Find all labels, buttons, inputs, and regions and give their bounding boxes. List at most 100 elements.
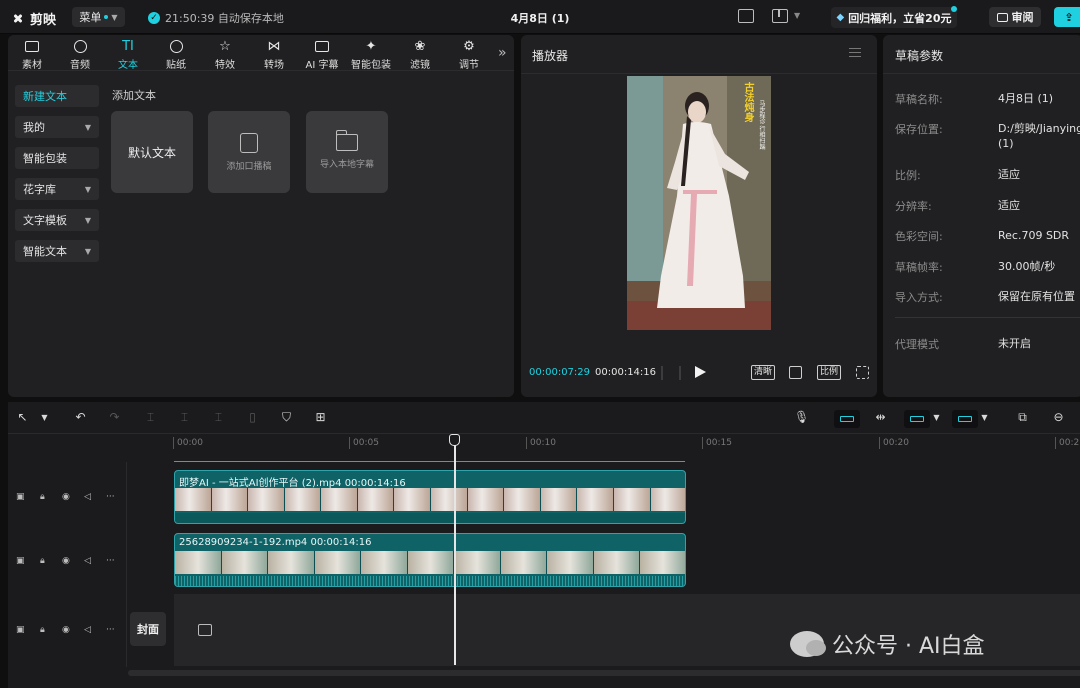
draft-params-panel: 草稿参数 草稿名称: 4月8日 (1) 保存位置: D:/剪映/Jianying (… <box>883 35 1080 397</box>
more-tabs-icon[interactable]: » <box>498 45 507 61</box>
menu-button[interactable]: 菜单 ▼ <box>72 7 125 27</box>
tab-text[interactable]: TI 文本 <box>106 38 150 72</box>
ruler-tick: 00:20 <box>879 437 909 449</box>
chevron-down-icon[interactable]: ▼ <box>930 411 943 424</box>
export-button[interactable]: ⇪ <box>1054 7 1080 27</box>
tab-label: 滤镜 <box>410 60 430 71</box>
track-controls: ▣ 🔒︎ ◉ ◁ ··· ▣ 🔒︎ ◉ ◁ ··· ▣ 🔒︎ ◉ ◁ ··· <box>8 462 126 687</box>
tab-transition[interactable]: ⋈ 转场 <box>252 38 296 72</box>
play-icon[interactable] <box>695 366 706 378</box>
more-icon[interactable]: ··· <box>106 556 115 566</box>
app-logo: 剪映 <box>10 9 56 28</box>
tab-adjust[interactable]: ⚙ 调节 <box>447 38 491 72</box>
card-label: 添加口播稿 <box>226 161 272 172</box>
player-controls: 00:00:07:29 00:00:14:16 清晰 比例 <box>521 363 877 383</box>
lock-icon[interactable]: 🔒︎ <box>40 492 45 502</box>
current-time: 00:00:07:29 <box>529 367 591 378</box>
param-key: 代理模式 <box>895 338 939 351</box>
speaker-icon[interactable]: ◁ <box>84 492 91 502</box>
filter-icon: ❀ <box>414 38 426 54</box>
track-thumbnail-icon[interactable]: ▣ <box>16 556 25 566</box>
ruler-tick: 00:00 <box>173 437 203 449</box>
cover-button[interactable]: 封面 <box>130 612 166 646</box>
clip-label: 即梦AI - 一站式AI创作平台 (2).mp4 00:00:14:16 <box>179 478 406 489</box>
link-icon <box>910 416 924 422</box>
add-script-card[interactable]: 添加口播稿 <box>208 111 290 193</box>
total-time: 00:00:14:16 <box>595 367 657 378</box>
sidebar-item-new-text[interactable]: 新建文本 <box>15 85 99 107</box>
ratio-button[interactable]: 比例 <box>817 365 842 380</box>
speaker-icon[interactable]: ◁ <box>84 556 91 566</box>
lock-icon[interactable]: 🔒︎ <box>40 625 45 635</box>
fit-screen-icon[interactable] <box>789 366 802 379</box>
tab-audio[interactable]: 音频 <box>58 38 102 71</box>
playhead-handle[interactable] <box>449 434 460 446</box>
menu-label: 菜单 <box>79 11 102 24</box>
eye-icon[interactable]: ◉ <box>62 492 70 502</box>
speaker-icon[interactable]: ◁ <box>84 625 91 635</box>
tab-ai-caption[interactable]: AI 字幕 <box>300 38 344 71</box>
magnet-icon <box>840 416 854 422</box>
menu-icon[interactable] <box>849 48 861 57</box>
text-icon: TI <box>122 38 134 54</box>
chevron-down-icon[interactable]: ▼ <box>38 411 51 424</box>
playhead[interactable] <box>454 435 456 665</box>
zoom-out-icon[interactable]: ⊖ <box>1052 411 1065 424</box>
review-button[interactable]: 审阅 <box>989 7 1041 27</box>
ruler-tick: 00:15 <box>702 437 732 449</box>
import-subtitle-card[interactable]: 导入本地字幕 <box>306 111 388 193</box>
lock-icon[interactable]: 🔒︎ <box>40 556 45 566</box>
auto-snap-icon[interactable]: ⇹ <box>874 411 887 424</box>
linkage-button[interactable] <box>904 410 930 428</box>
track-thumbnail-icon[interactable]: ▣ <box>16 492 25 502</box>
audio-icon <box>73 39 87 53</box>
chevron-down-icon[interactable]: ▼ <box>978 411 991 424</box>
chevron-down-icon[interactable]: ▼ <box>794 11 800 20</box>
promo-button[interactable]: ◆ 回归福利，立省20元 <box>831 7 957 28</box>
sidebar-item-text-templates[interactable]: 文字模板 ▼ <box>15 209 99 231</box>
eye-icon[interactable]: ◉ <box>62 556 70 566</box>
video-clip[interactable]: 25628909234-1-192.mp4 00:00:14:16 <box>174 533 686 587</box>
ai-caption-icon <box>315 40 329 52</box>
screen-layout-icon[interactable] <box>772 9 788 23</box>
video-preview[interactable]: 古法炖身 马步程诊 行相扫踹 <box>627 76 771 330</box>
sidebar-item-font-library[interactable]: 花字库 ▼ <box>15 178 99 200</box>
quality-button[interactable]: 清晰 <box>751 365 776 380</box>
preview-axis-button[interactable] <box>952 410 978 428</box>
more-icon[interactable]: ··· <box>106 625 115 635</box>
marker-icon[interactable]: ⛉ <box>280 411 293 424</box>
sidebar-item-smart-text[interactable]: 智能文本 ▼ <box>15 240 99 262</box>
adjust-icon: ⚙ <box>463 38 475 54</box>
sidebar-item-smart-pack[interactable]: 智能包装 <box>15 147 99 169</box>
screenshot-icon[interactable]: ⧉ <box>1016 411 1029 424</box>
main-track-magnet-button[interactable] <box>834 410 860 428</box>
default-text-card[interactable]: 默认文本 <box>111 111 193 193</box>
tab-media[interactable]: 素材 <box>10 38 54 71</box>
horizontal-scrollbar[interactable] <box>128 670 1080 676</box>
tab-smart-pack[interactable]: ✦ 智能包装 <box>349 38 393 72</box>
eye-icon[interactable]: ◉ <box>62 625 70 635</box>
top-bar: 剪映 菜单 ▼ ✓ 21:50:39 自动保存本地 4月8日 (1) ▼ ◆ 回… <box>0 0 1080 34</box>
sticker-icon <box>169 39 183 53</box>
text-sidebar: 新建文本 我的 ▼ 智能包装 花字库 ▼ 文字模板 ▼ 智能文本 ▼ <box>15 85 99 271</box>
more-icon[interactable]: ··· <box>106 492 115 502</box>
redo-icon: ↷ <box>109 410 120 424</box>
tab-filter[interactable]: ❀ 滤镜 <box>398 38 442 72</box>
time-ruler[interactable]: 00:00 00:05 00:10 00:15 00:20 00:2 <box>173 435 1080 455</box>
fullscreen-icon[interactable] <box>856 366 869 379</box>
tab-sticker[interactable]: 贴纸 <box>154 38 198 71</box>
undo-icon[interactable]: ↶ <box>74 411 87 424</box>
tab-label: 智能包装 <box>351 60 391 71</box>
tab-effects[interactable]: ☆ 特效 <box>203 38 247 72</box>
param-value: 未开启 <box>998 337 1031 350</box>
chevron-down-icon: ▼ <box>84 122 91 132</box>
ruler-tick: 00:10 <box>526 437 556 449</box>
sidebar-item-label: 我的 <box>23 121 45 134</box>
caption-edit-icon[interactable]: ⊞ <box>314 411 327 424</box>
track-thumbnail-icon[interactable]: ▣ <box>16 625 25 635</box>
microphone-icon[interactable]: 🎙 <box>794 411 809 424</box>
video-clip[interactable]: 即梦AI - 一站式AI创作平台 (2).mp4 00:00:14:16 <box>174 470 686 524</box>
layout-icon[interactable] <box>738 9 754 23</box>
sidebar-item-mine[interactable]: 我的 ▼ <box>15 116 99 138</box>
select-cursor-icon[interactable]: ↖ <box>16 411 29 424</box>
